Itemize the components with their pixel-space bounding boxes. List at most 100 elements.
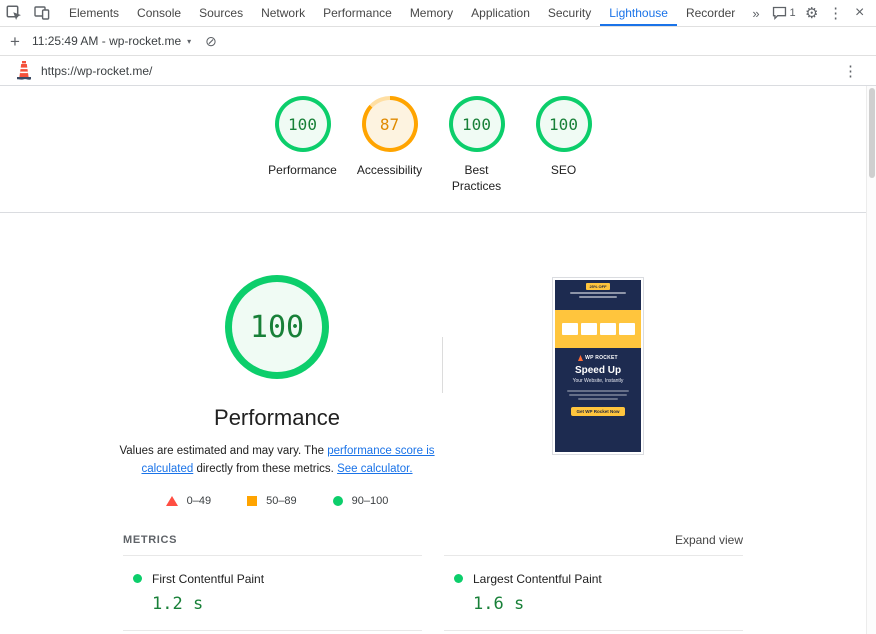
fail-triangle-icon — [165, 495, 178, 506]
devtools-tabbar: Elements Console Sources Network Perform… — [0, 0, 876, 27]
score-accessibility[interactable]: 87 Accessibility — [355, 96, 425, 212]
tab-network[interactable]: Network — [252, 0, 314, 26]
lighthouse-logo-icon — [17, 60, 31, 80]
hero-cta-button: Get WP Rocket Now — [570, 407, 626, 416]
issues-count: 1 — [789, 7, 796, 19]
issues-bubble-icon — [772, 6, 786, 20]
score-best-practices[interactable]: 100 Best Practices — [442, 96, 512, 212]
legend-average: 50–89 — [247, 495, 297, 507]
legend-fail-range: 0–49 — [186, 494, 212, 507]
hero-headline: Speed Up — [574, 365, 622, 376]
performance-score-value: 100 — [278, 100, 327, 148]
best-practices-score-value: 100 — [452, 100, 501, 148]
tab-performance[interactable]: Performance — [314, 0, 401, 26]
tabbar-right-controls: 1 ⚙ ⋮ × — [768, 0, 876, 26]
settings-gear-icon[interactable]: ⚙ — [800, 1, 824, 25]
tab-elements[interactable]: Elements — [60, 0, 128, 26]
hero-text-line — [569, 394, 627, 396]
issues-button[interactable]: 1 — [768, 6, 800, 20]
tab-lighthouse[interactable]: Lighthouse — [600, 0, 677, 26]
brand-name: WP ROCKET — [585, 355, 618, 361]
screenshot-nav-strip — [555, 310, 641, 348]
metric-pass-icon — [133, 574, 142, 584]
metric-value: 1.6 s — [473, 593, 525, 614]
report-selector-dropdown[interactable]: 11:25:49 AM - wp-rocket.me ▾ — [32, 34, 191, 48]
rocket-icon — [578, 355, 584, 361]
legend-fail: 0–49 — [165, 494, 212, 507]
seo-gauge: 100 — [535, 96, 592, 152]
promo-badge: 25% OFF — [586, 283, 610, 290]
promo-text-line — [579, 296, 617, 298]
promo-text-line — [570, 292, 626, 294]
score-seo[interactable]: 100 SEO — [529, 96, 599, 212]
seo-score-value: 100 — [539, 100, 588, 148]
nav-card — [618, 323, 635, 335]
see-calculator-link[interactable]: See calculator. — [337, 463, 412, 475]
best-practices-gauge: 100 — [448, 96, 505, 152]
performance-big-gauge: 100 — [225, 275, 329, 379]
tab-sources[interactable]: Sources — [190, 0, 252, 26]
best-practices-score-label: Best Practices — [451, 163, 502, 194]
performance-description: Values are estimated and may vary. The p… — [111, 443, 443, 479]
accessibility-gauge: 87 — [361, 96, 418, 152]
report-url: https://wp-rocket.me/ — [41, 63, 153, 78]
screenshot-column: 25% OFF WP ROCKET Speed Up Your Website,… — [453, 275, 743, 507]
wp-rocket-brand: WP ROCKET — [578, 355, 618, 361]
expand-view-button[interactable]: Expand view — [675, 533, 743, 547]
description-text: Values are estimated and may vary. The — [119, 445, 328, 457]
screenshot-hero: WP ROCKET Speed Up Your Website, Instant… — [555, 348, 641, 452]
nav-card — [561, 323, 578, 335]
legend-pass-range: 90–100 — [351, 494, 389, 507]
average-square-icon — [247, 495, 258, 506]
performance-section-title: Performance — [214, 405, 340, 430]
metric-pass-icon — [454, 574, 463, 584]
legend-pass: 90–100 — [332, 494, 389, 507]
report-options-icon[interactable]: ⋮ — [841, 62, 860, 80]
lighthouse-report: 100 Performance 87 Accessibility 100 Bes… — [0, 86, 866, 631]
section-divider — [441, 337, 443, 393]
pass-circle-icon — [332, 495, 343, 506]
tab-application[interactable]: Application — [462, 0, 539, 26]
metric-first-contentful-paint: First Contentful Paint 1.2 s — [123, 554, 422, 631]
report-selector-label: 11:25:49 AM - wp-rocket.me — [31, 34, 182, 48]
performance-score-label: Performance — [268, 163, 337, 177]
accessibility-score-value: 87 — [365, 100, 414, 148]
devtools-tabs: Elements Console Sources Network Perform… — [60, 0, 744, 26]
new-report-icon[interactable]: + — [10, 33, 20, 50]
hero-text-line — [567, 390, 629, 392]
legend-average-range: 50–89 — [266, 494, 297, 507]
score-legend: 0–49 50–89 90–100 — [165, 494, 389, 507]
devtools-menu-icon[interactable]: ⋮ — [824, 1, 848, 25]
screenshot-promo-bar: 25% OFF — [555, 280, 641, 310]
nav-card — [599, 323, 616, 335]
inspect-element-icon[interactable] — [0, 0, 28, 26]
hero-subheadline: Your Website, Instantly — [572, 378, 624, 384]
score-summary: 100 Performance 87 Accessibility 100 Bes… — [0, 86, 866, 213]
metric-name: First Contentful Paint — [152, 571, 265, 586]
clear-reports-icon[interactable]: ⊘ — [205, 33, 217, 50]
scrollbar-thumb[interactable] — [868, 88, 875, 178]
accessibility-score-label: Accessibility — [356, 163, 423, 177]
description-text: directly from these metrics. — [193, 462, 338, 475]
tab-console[interactable]: Console — [128, 0, 190, 26]
metric-largest-contentful-paint: Largest Contentful Paint 1.6 s — [444, 554, 743, 631]
close-devtools-icon[interactable]: × — [848, 1, 872, 25]
performance-gauge: 100 — [274, 96, 331, 152]
metric-value: 1.2 s — [152, 593, 204, 614]
hero-text-line — [578, 398, 618, 400]
vertical-scrollbar[interactable] — [866, 86, 876, 634]
tab-recorder[interactable]: Recorder — [677, 0, 744, 26]
seo-score-label: SEO — [550, 163, 577, 177]
device-toolbar-icon[interactable] — [28, 0, 56, 26]
report-url-bar: https://wp-rocket.me/ ⋮ — [0, 56, 876, 86]
chevron-down-icon: ▾ — [187, 36, 192, 46]
tab-memory[interactable]: Memory — [401, 0, 462, 26]
performance-big-score: 100 — [232, 282, 322, 372]
more-tabs-icon[interactable]: » — [744, 0, 767, 26]
tab-security[interactable]: Security — [539, 0, 600, 26]
metrics-header: METRICS Expand view — [123, 533, 743, 555]
metrics-grid: First Contentful Paint 1.2 s Largest Con… — [123, 554, 743, 631]
metrics-heading: METRICS — [123, 533, 178, 546]
score-performance[interactable]: 100 Performance — [268, 96, 338, 212]
final-screenshot: 25% OFF WP ROCKET Speed Up Your Website,… — [552, 277, 644, 455]
